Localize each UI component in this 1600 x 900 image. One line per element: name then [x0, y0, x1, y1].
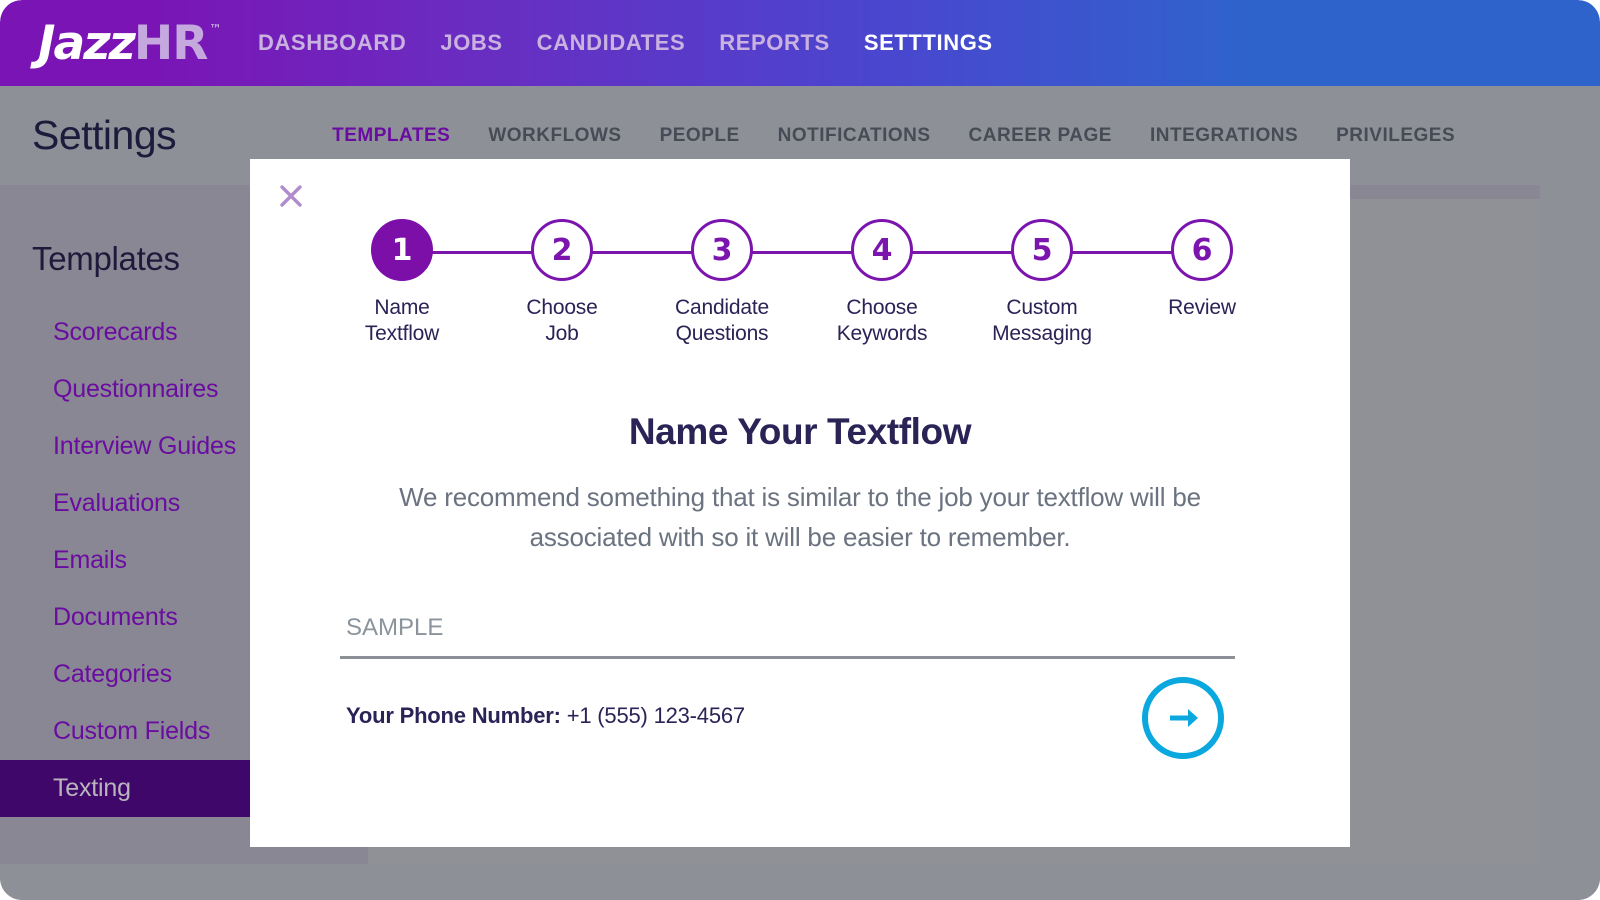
textflow-wizard-modal: 1 Name Textflow 2 Choose Job 3 Candidate…: [250, 159, 1350, 847]
wizard-stepper: 1 Name Textflow 2 Choose Job 3 Candidate…: [322, 211, 1282, 345]
step-4-choose-keywords[interactable]: 4 Choose Keywords: [802, 211, 962, 348]
step-4-label: Choose Keywords: [836, 296, 928, 346]
step-5-number: 5: [1011, 219, 1073, 281]
step-1-label: Name Textflow: [364, 296, 440, 346]
step-2-number: 2: [531, 219, 593, 281]
arrow-right-icon: [1170, 709, 1198, 727]
step-2-label: Choose Job: [526, 296, 598, 346]
modal-description: We recommend something that is similar t…: [399, 482, 1201, 553]
step-3-number: 3: [691, 219, 753, 281]
next-step-button[interactable]: [1142, 677, 1224, 759]
textflow-name-field-wrapper: [340, 614, 1235, 659]
phone-number-row: Your Phone Number: +1 (555) 123-4567: [346, 703, 745, 729]
phone-number-label: Your Phone Number:: [346, 703, 561, 728]
step-1-number: 1: [371, 219, 433, 281]
step-4-number: 4: [851, 219, 913, 281]
stepper-steps: 1 Name Textflow 2 Choose Job 3 Candidate…: [322, 211, 1282, 348]
step-6-label: Review: [1168, 296, 1236, 319]
step-2-choose-job[interactable]: 2 Choose Job: [482, 211, 642, 348]
step-3-label: Candidate Questions: [675, 296, 769, 346]
textflow-name-input[interactable]: [340, 614, 1235, 659]
step-5-label: Custom Messaging: [992, 296, 1092, 346]
step-5-custom-messaging[interactable]: 5 Custom Messaging: [962, 211, 1122, 348]
step-1-name-textflow[interactable]: 1 Name Textflow: [322, 211, 482, 348]
app-root: Jazz HR ™ DASHBOARD JOBS CANDIDATES REPORT…: [0, 0, 1600, 900]
step-3-candidate-questions[interactable]: 3 Candidate Questions: [642, 211, 802, 348]
modal-title: Name Your Textflow: [628, 411, 972, 452]
step-6-number: 6: [1171, 219, 1233, 281]
step-6-review[interactable]: 6 Review: [1122, 211, 1282, 348]
phone-number-value: +1 (555) 123-4567: [566, 703, 745, 728]
close-icon[interactable]: [274, 179, 308, 213]
